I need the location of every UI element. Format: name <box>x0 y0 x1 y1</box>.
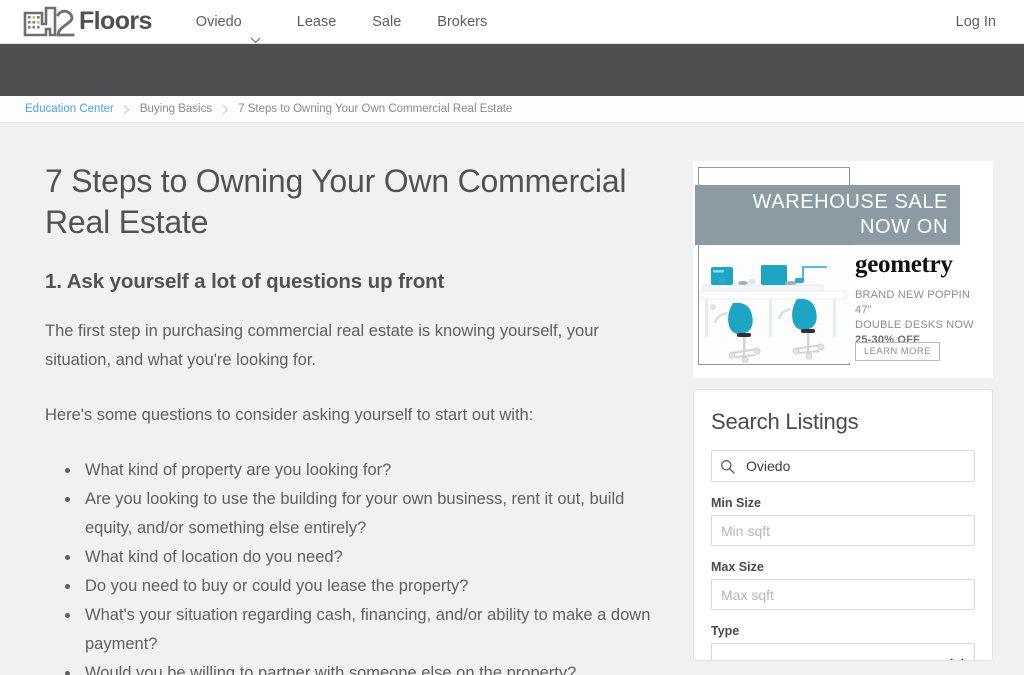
nav-item-label: Brokers <box>437 13 488 30</box>
search-listings-heading: Search Listings <box>711 409 859 434</box>
ad-brand-logo: geometry <box>855 251 953 278</box>
nav-item-label: Sale <box>372 13 402 30</box>
nav-item-label: Lease <box>296 13 337 30</box>
article-column: 7 Steps to Owning Your Own Commercial Re… <box>45 161 660 675</box>
ad-banner-line-1: WAREHOUSE SALE <box>752 191 948 213</box>
nav-item-oviedo[interactable]: Oviedo <box>178 0 279 44</box>
ad-learn-more-button[interactable]: LEARN MORE <box>855 342 940 361</box>
max-size-input[interactable] <box>711 579 975 610</box>
top-navigation-bar: Floors Oviedo Lease Sale Brokers Log In <box>0 0 1024 44</box>
question-list: What kind of property are you looking fo… <box>45 456 660 675</box>
advertisement-banner[interactable]: WAREHOUSE SALE NOW ON geometry BRAND NEW… <box>693 161 993 378</box>
page-title: 7 Steps to Owning Your Own Commercial Re… <box>45 163 627 240</box>
nav-item-lease[interactable]: Lease <box>279 0 355 44</box>
site-logo[interactable]: Floors <box>22 5 152 39</box>
location-search-box[interactable] <box>711 450 975 482</box>
page-content: 7 Steps to Owning Your Own Commercial Re… <box>0 123 1024 675</box>
type-label: Type <box>711 624 740 638</box>
min-size-input[interactable] <box>711 515 975 546</box>
nav-item-sale[interactable]: Sale <box>354 0 419 44</box>
nav-item-brokers[interactable]: Brokers <box>419 0 505 44</box>
chevron-down-icon <box>250 18 261 44</box>
search-icon <box>720 459 735 474</box>
list-item: Are you looking to use the building for … <box>81 485 660 543</box>
right-rail: WAREHOUSE SALE NOW ON geometry BRAND NEW… <box>693 161 993 674</box>
ad-banner-line-2: NOW ON <box>859 216 948 238</box>
section-heading: 1. Ask yourself a lot of questions up fr… <box>45 270 445 293</box>
max-size-label: Max Size <box>711 560 764 574</box>
ad-banner-headline: WAREHOUSE SALE NOW ON <box>695 185 960 245</box>
ad-copy-text: BRAND NEW POPPIN 47" DOUBLE DESKS NOW 25… <box>855 288 985 348</box>
breadcrumb-chevron-icon <box>216 104 234 115</box>
breadcrumb-item-buying-basics[interactable]: Buying Basics <box>140 103 212 115</box>
article-paragraph: Here's some questions to consider asking… <box>45 406 534 424</box>
logo-wordmark: Floors <box>79 7 152 35</box>
list-item: What kind of location do you need? <box>81 543 660 572</box>
breadcrumb-item-education-center[interactable]: Education Center <box>25 103 114 115</box>
list-item: Do you need to buy or could you lease th… <box>81 572 660 601</box>
article-paragraph: The first step in purchasing commercial … <box>45 322 599 369</box>
search-input[interactable] <box>744 457 974 475</box>
min-size-label: Min Size <box>711 496 762 510</box>
ad-copy-line-1: BRAND NEW POPPIN 47" <box>855 289 971 316</box>
primary-nav: Oviedo Lease Sale Brokers <box>178 0 505 44</box>
ad-copy-line-2: DOUBLE DESKS NOW <box>855 319 974 331</box>
log-in-button[interactable]: Log In <box>952 14 1000 30</box>
list-item: What's your situation regarding cash, fi… <box>81 601 660 659</box>
breadcrumb-chevron-icon <box>118 104 136 115</box>
list-item: What kind of property are you looking fo… <box>81 456 660 485</box>
breadcrumb-item-current: 7 Steps to Owning Your Own Commercial Re… <box>238 103 513 115</box>
list-item: Would you be willing to partner with som… <box>81 659 660 675</box>
type-select-wrapper <box>711 643 975 660</box>
nav-item-label: Oviedo <box>195 13 242 30</box>
ad-office-desks-photo <box>699 245 850 363</box>
breadcrumb: Education Center Buying Basics 7 Steps t… <box>0 96 1024 123</box>
nav-right-group: Log In <box>952 14 1000 30</box>
type-select[interactable] <box>711 643 975 660</box>
building-42-logo-icon <box>22 6 80 38</box>
search-listings-panel: Search Listings Min Size Max Size Type <box>693 389 993 661</box>
hero-dark-band <box>0 44 1024 96</box>
